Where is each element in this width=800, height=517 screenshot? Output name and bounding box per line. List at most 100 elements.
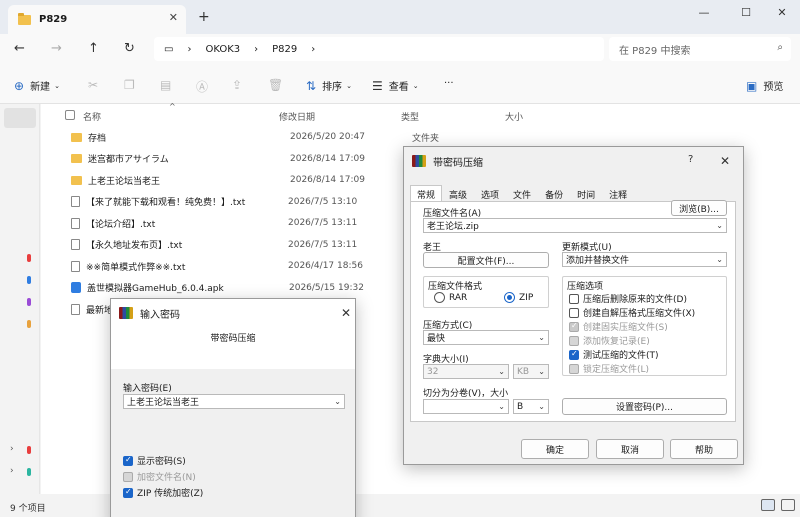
chevron-down-icon[interactable]: ⌄ [334,397,341,406]
navigation-bar: ← → ↑ ↻ ▭ › OKOK3 › P829 › 在 P829 中搜索 ⌕ [0,34,800,64]
tab-p829[interactable]: P829 ✕ [8,5,186,34]
split-unit-select[interactable]: B ⌄ [513,399,549,414]
show-password-checkbox[interactable]: 显示密码(S) [123,454,186,467]
encrypt-names-checkbox[interactable]: 加密文件名(N) [123,470,196,483]
file-type: 文件夹 [412,133,440,144]
chevron-right-icon[interactable]: › [10,444,14,454]
computer-icon: ▭ [164,43,174,55]
chevron-right-icon[interactable]: › [311,44,315,55]
text-file-icon [71,196,80,207]
tab-comment[interactable]: 注释 [602,185,634,201]
tiles-view-icon[interactable] [781,499,795,511]
file-row[interactable]: 迷宫都市アサイラム 2026/8/14 17:09 [71,150,412,168]
winrar-icon [119,307,133,319]
plus-circle-icon: ⊕ [14,78,25,93]
maximize-icon[interactable]: ☐ [736,6,756,19]
split-size-input[interactable]: ⌄ [423,399,509,414]
rename-icon[interactable]: Ⓐ [196,78,208,95]
address-bar[interactable]: ▭ › OKOK3 › P829 › [154,37,604,61]
paste-icon[interactable]: ▤ [160,78,171,92]
tab-backup[interactable]: 备份 [538,185,570,201]
file-date: 2026/7/5 13:11 [288,239,358,250]
format-zip-radio[interactable]: ZIP [504,292,533,303]
back-arrow-icon[interactable]: ← [14,41,25,56]
chevron-down-icon[interactable]: ⌄ [716,221,723,230]
up-arrow-icon[interactable]: ↑ [88,41,99,56]
dict-unit-select[interactable]: KB ⌄ [513,364,549,379]
new-button[interactable]: ⊕ 新建 ⌄ [14,78,60,94]
ok-button[interactable]: 确定 [521,439,589,459]
profiles-button[interactable]: 配置文件(F)... [423,252,549,268]
sort-button[interactable]: ⇅ 排序 ⌄ [306,78,352,94]
cut-icon[interactable]: ✂ [88,78,98,92]
archive-name-input[interactable]: 老王论坛.zip ⌄ [423,218,727,233]
title-bar: P829 ✕ + — ☐ ✕ [0,0,800,34]
more-icon[interactable]: ··· [444,78,454,89]
minimize-icon[interactable]: — [694,6,714,19]
file-name: 上老王论坛当老王 [88,176,161,187]
compression-option-checkbox[interactable]: 创建固实压缩文件(S) [569,320,668,333]
compression-option-checkbox[interactable]: 创建自解压格式压缩文件(X) [569,306,695,319]
column-size[interactable]: 大小 [505,110,523,123]
password-dialog: 输入密码 ✕ 带密码压缩 输入密码(E) 上老王论坛当老王 ⌄ 显示密码(S) … [110,298,356,517]
delete-icon[interactable]: 🗑 [268,78,283,92]
file-row[interactable]: 【永久地址发布页】.txt 2026/7/5 13:11 [71,236,410,254]
apk-file-icon [71,282,81,293]
file-name: 迷宫都市アサイラム [88,155,169,165]
compression-option-checkbox[interactable]: 测试压缩的文件(T) [569,348,659,361]
browse-button[interactable]: 浏览(B)... [671,200,727,216]
file-row[interactable]: 上老王论坛当老王 2026/8/14 17:09 [71,171,412,189]
chevron-right-icon[interactable]: › [10,466,14,476]
file-date: 2026/4/17 18:56 [288,261,363,271]
update-mode-select[interactable]: 添加并替换文件 ⌄ [562,252,727,267]
tab-files[interactable]: 文件 [506,185,538,201]
refresh-icon[interactable]: ↻ [124,41,135,56]
archive-tabs: 常规 高级 选项 文件 备份 时间 注释 [410,185,634,201]
dict-select[interactable]: 32 ⌄ [423,364,509,379]
chevron-down-icon[interactable]: ⌄ [498,402,505,411]
format-rar-radio[interactable]: RAR [434,292,467,303]
share-icon[interactable]: ⇪ [232,78,242,92]
set-password-button[interactable]: 设置密码(P)... [562,398,727,415]
tab-advanced[interactable]: 高级 [442,185,474,201]
tab-options[interactable]: 选项 [474,185,506,201]
zip-legacy-checkbox[interactable]: ZIP 传统加密(Z) [123,486,203,499]
tab-time[interactable]: 时间 [570,185,602,201]
close-icon[interactable]: ✕ [720,154,730,168]
compression-option-checkbox[interactable]: 锁定压缩文件(L) [569,362,649,375]
method-select[interactable]: 最快 ⌄ [423,330,549,345]
password-input[interactable]: 上老王论坛当老王 ⌄ [123,394,345,409]
file-row[interactable]: 【来了就能下载和观看！纯免费！】.txt 2026/7/5 13:10 [71,193,410,211]
sidebar-selected-item[interactable] [4,108,36,128]
tab-general[interactable]: 常规 [410,185,443,201]
breadcrumb-p829[interactable]: P829 [272,44,297,55]
search-box[interactable]: 在 P829 中搜索 ⌕ [609,37,791,61]
file-row[interactable]: 盖世模拟器GameHub_6.0.4.apk 2026/5/15 19:32 [71,279,411,297]
forward-arrow-icon[interactable]: → [51,41,62,56]
column-name[interactable]: 名称 [83,110,101,123]
file-row[interactable]: 存档 2026/5/20 20:47 文件夹 [71,128,439,146]
close-icon[interactable]: ✕ [341,306,351,320]
column-type[interactable]: 类型 [401,110,419,123]
file-date: 2026/8/14 17:09 [290,153,365,164]
breadcrumb-okok3[interactable]: OKOK3 [205,44,240,55]
help-icon[interactable]: ? [688,154,693,165]
preview-button[interactable]: ▣ 预览 [746,78,783,94]
chevron-down-icon: ⌄ [346,81,352,90]
view-button[interactable]: ☰ 查看 ⌄ [372,78,419,94]
column-date[interactable]: 修改日期 [279,110,315,123]
close-window-icon[interactable]: ✕ [772,6,792,19]
compression-option-checkbox[interactable]: 添加恢复记录(E) [569,334,650,347]
close-icon[interactable]: ✕ [169,11,178,24]
compression-option-checkbox[interactable]: 压缩后删除原来的文件(D) [569,292,687,305]
copy-icon[interactable]: ❐ [124,78,135,92]
chevron-down-icon: ⌄ [412,81,419,90]
file-row[interactable]: 【论坛介绍】.txt 2026/7/5 13:11 [71,214,410,232]
sort-up-icon: ^ [169,102,176,111]
plus-icon[interactable]: + [198,9,210,25]
cancel-button[interactable]: 取消 [596,439,664,459]
help-button[interactable]: 帮助 [670,439,738,459]
details-view-icon[interactable] [761,499,775,511]
select-all-checkbox[interactable] [65,110,75,120]
file-row[interactable]: ※※简单模式作弊※※.txt 2026/4/17 18:56 [71,257,410,275]
